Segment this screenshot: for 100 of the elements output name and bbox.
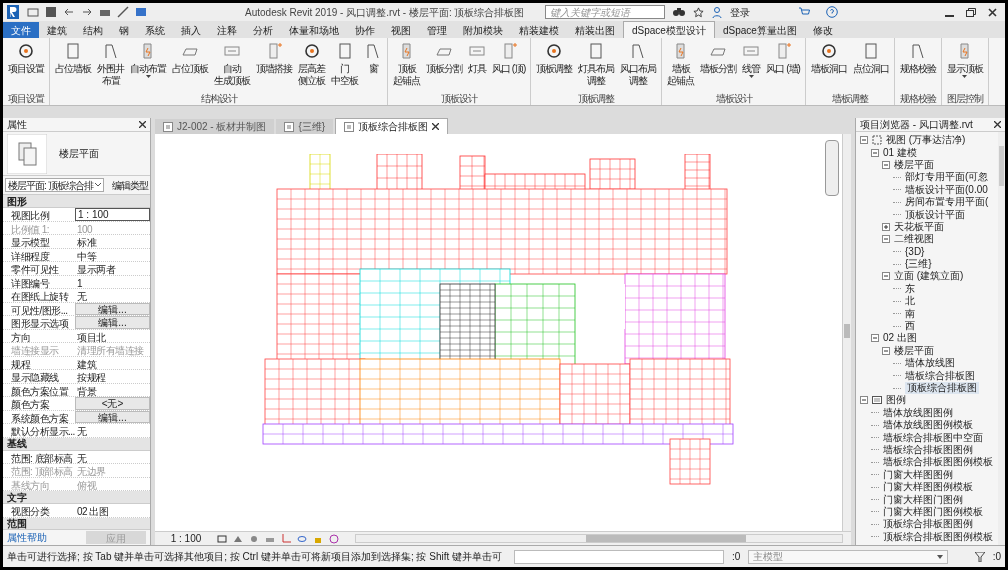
ribbon-button[interactable]: 顶墙搭接 [253,42,295,75]
tree-item[interactable]: 部灯专用平面(可忽 [905,171,989,184]
ribbon-button[interactable]: 风口布局 调整 [617,42,660,87]
ribbon-tab[interactable]: 分析 [245,22,281,38]
ribbon-button[interactable]: 项目设置 [5,42,47,75]
tree-item[interactable]: {三维} [905,258,932,271]
view-scale[interactable]: 1 : 100 [163,531,209,546]
tree-item[interactable]: 立面 (建筑立面) [894,270,964,283]
ribbon-button[interactable]: 点位洞口 [849,42,892,75]
help-icon[interactable] [825,6,838,18]
ribbon-tab[interactable]: 附加模块 [455,22,511,38]
tree-item[interactable]: 顶板综合排板图图例模板 [883,530,993,543]
ribbon-tab[interactable]: 插入 [173,22,209,38]
filter-icon[interactable] [974,551,985,562]
tree-item[interactable]: 墙板综合排板图中空面 [883,431,983,444]
tree-item[interactable]: 天花板平面 [894,220,944,233]
tree-item[interactable]: 图例 [886,394,906,407]
ribbon-tab[interactable]: 建筑 [39,22,75,38]
ribbon-button[interactable]: 顶板 起铺点 [390,42,423,87]
tree-item[interactable]: 门窗大样图门图例模板 [883,505,983,518]
detail-level-icon[interactable] [217,533,227,544]
tree-item[interactable]: 墙体放线图图例 [883,406,953,419]
tree-item[interactable]: 墙体放线图 [905,357,955,370]
horizontal-scrollbar[interactable] [355,534,843,543]
section-header[interactable]: 图形 [7,195,27,209]
section-header[interactable]: 文字 [7,489,27,505]
ribbon-button[interactable]: 风口 (顶) [489,42,529,75]
workset-field[interactable] [514,549,725,564]
close-icon[interactable] [432,123,440,130]
vertical-scrollbar[interactable] [998,132,1005,545]
property-edit-button[interactable]: <无> [75,397,150,410]
ribbon-button[interactable]: 顶板调整 [533,42,576,75]
tree-item[interactable]: 墙板设计平面(0.00 [905,183,988,196]
ribbon-tab[interactable]: dSpace模型设计 [623,21,715,38]
tree-item[interactable]: 楼层平面 [894,344,934,357]
crop-icon[interactable] [281,533,291,544]
expand-toggle-icon[interactable] [882,272,890,281]
ribbon-tab[interactable]: 视图 [383,22,419,38]
tree-item[interactable]: 墙板综合排板图图例模板 [883,456,993,469]
save-icon[interactable] [45,6,57,18]
undo-icon[interactable] [63,6,75,18]
tree-item[interactable]: 楼层平面 [894,158,934,171]
tree-item[interactable]: 北 [905,295,915,308]
ribbon-button[interactable]: 自动布置 [127,42,169,78]
close-icon[interactable] [988,7,997,17]
help-link[interactable]: 属性帮助 [7,530,47,545]
expand-toggle-icon[interactable] [871,148,879,157]
ribbon-tab[interactable]: 修改 [804,22,841,38]
ribbon-button[interactable]: 外围井 布置 [94,42,127,87]
ribbon-button[interactable]: 占位墙板 [52,42,94,75]
tree-item[interactable]: 东 [905,282,915,295]
app-logo-icon[interactable] [7,5,19,19]
ribbon-tab[interactable]: 精装出图 [567,22,623,38]
ribbon-button[interactable]: 墙板分割 [697,42,740,75]
ribbon-button[interactable]: 顶板分割 [423,42,465,75]
expand-toggle-icon[interactable] [882,222,890,231]
tree-item[interactable]: 墙板综合排板图图例 [883,443,973,456]
expand-toggle-icon[interactable] [882,346,890,355]
tree-item[interactable]: 二维视图 [894,233,934,246]
ribbon-button[interactable]: 灯具 [465,42,489,75]
ribbon-button[interactable]: 门 中空板 [328,42,361,87]
expand-toggle-icon[interactable] [860,136,868,145]
ribbon-tab[interactable]: 精装建模 [511,22,567,38]
ribbon-button[interactable]: 风口 (墙) [763,42,803,75]
ribbon-tab[interactable]: 系统 [137,22,173,38]
ribbon-button[interactable]: 墙板 起铺点 [664,42,698,87]
tree-item[interactable]: 顶板综合排板图 [905,382,979,394]
ribbon-tab[interactable]: 钢 [111,22,137,38]
view-tab[interactable]: J2-002 - 板材井制图 [155,119,275,134]
tree-item[interactable]: 西 [905,320,915,333]
close-icon[interactable] [139,121,146,128]
search-field[interactable]: 键入关键字或短语 [544,5,665,19]
ribbon-button[interactable]: 墙板洞口 [807,42,850,75]
tree-item[interactable]: 墙体放线图图例模板 [883,419,973,432]
ribbon-tab[interactable]: 注释 [209,22,245,38]
ribbon-button[interactable]: 线管 [739,42,764,78]
ribbon-tab[interactable]: 管理 [419,22,455,38]
tree-item[interactable]: 01 建模 [883,146,917,159]
view-tab[interactable]: 顶板综合排板图 [335,118,449,134]
ribbon-button[interactable]: 窗 [361,42,385,75]
tree-item[interactable]: 门窗大样图门图例 [883,493,963,506]
ribbon-tab[interactable]: 文件 [3,22,39,38]
tree-item[interactable]: 02 出图 [883,332,917,345]
property-edit-button[interactable]: 编辑... [75,316,150,329]
redo-icon[interactable] [81,6,93,18]
property-value-field[interactable]: 1 : 100 [75,208,150,221]
close-icon[interactable] [994,121,1001,128]
binoculars-icon[interactable] [672,7,685,17]
tree-item[interactable]: 南 [905,307,915,320]
view-selector[interactable]: 楼层平面: 顶板综合排 [5,178,104,192]
tree-item[interactable]: 门窗大样图图例模板 [883,481,973,494]
expand-toggle-icon[interactable] [882,235,890,244]
section-header[interactable]: 范围 [7,516,27,529]
sign-in-link[interactable]: 登录 [729,4,750,20]
star-icon[interactable] [692,6,704,18]
expand-toggle-icon[interactable] [860,396,868,405]
ribbon-tab[interactable]: dSpace算量出图 [714,22,805,38]
tree-item[interactable]: 视图 (万事达洁净) [886,134,966,147]
edit-type-button[interactable]: 编辑类型 [112,177,148,193]
ribbon-button[interactable]: 显示顶板 [943,42,986,78]
